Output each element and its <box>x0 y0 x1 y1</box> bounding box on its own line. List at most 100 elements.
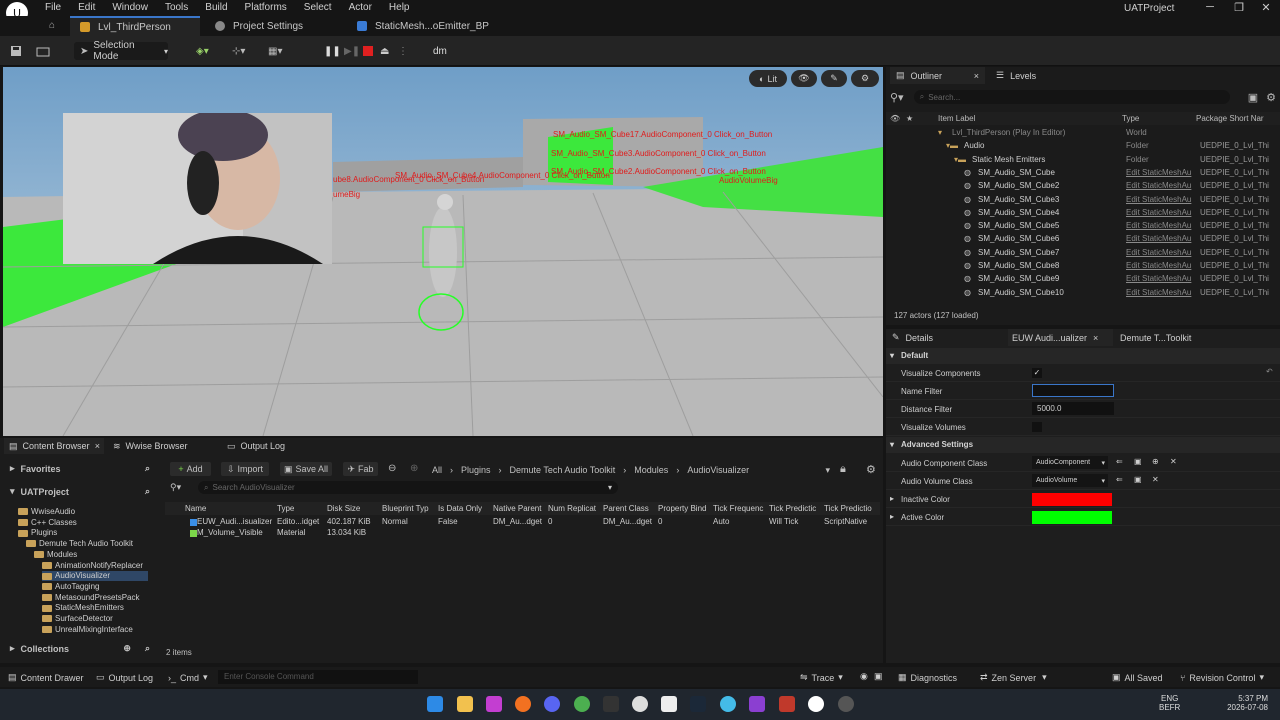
viewport-settings-button[interactable]: ⚙ <box>851 70 879 87</box>
unreal-icon[interactable] <box>808 696 824 712</box>
breadcrumb-plugins[interactable]: Plugins <box>461 465 491 475</box>
menu-help[interactable]: Help <box>389 2 410 13</box>
row-type[interactable]: Edit StaticMeshAu <box>1126 181 1191 190</box>
row-type[interactable]: Edit StaticMeshAu <box>1126 208 1191 217</box>
tab-euw-visualizer[interactable]: EUW Audi...ualizer × <box>1008 329 1113 346</box>
use-selected-icon[interactable]: ⇐ <box>1116 475 1123 484</box>
chevron-right-icon[interactable]: ▸ <box>890 494 894 503</box>
trace-dropdown[interactable]: ⇋ Trace ▾ <box>800 672 843 683</box>
section-advanced[interactable]: ▾ Advanced Settings <box>886 437 1280 453</box>
history-forward-icon[interactable]: ⊕ <box>410 463 418 474</box>
more-options-icon[interactable]: ⋮ <box>398 42 408 60</box>
menu-edit[interactable]: Edit <box>78 2 95 13</box>
folder-item[interactable]: Modules <box>34 550 184 560</box>
folder-item[interactable]: AudioVisualizer <box>42 571 148 582</box>
outliner-row[interactable]: ◍ SM_Audio_SM_Cube8 Edit StaticMeshAu UEDPI… <box>886 261 1280 274</box>
tab-project-settings[interactable]: Project Settings <box>205 16 345 36</box>
app-icon[interactable] <box>661 696 677 712</box>
app-icon[interactable] <box>838 696 854 712</box>
app-icon[interactable] <box>720 696 736 712</box>
tab-lvl-thirdperson[interactable]: Lvl_ThirdPerson <box>70 16 200 36</box>
new-folder-icon[interactable]: ▣ <box>1248 91 1258 104</box>
discord-icon[interactable] <box>544 696 560 712</box>
file-explorer-icon[interactable] <box>457 696 473 712</box>
outliner-row[interactable]: ◍ SM_Audio_SM_Cube6 Edit StaticMeshAu UEDPI… <box>886 234 1280 247</box>
column-header[interactable]: Native Parent <box>493 504 541 513</box>
folder-item[interactable]: MetasoundPresetsPack <box>42 593 192 603</box>
breadcrumb-all[interactable]: All <box>432 465 442 475</box>
tab-output-log[interactable]: ▭ Output Log <box>222 438 302 454</box>
output-log-button[interactable]: ▭ Output Log <box>96 672 153 683</box>
column-header[interactable]: Parent Class <box>603 504 649 513</box>
column-header[interactable]: Tick Predictic <box>769 504 816 513</box>
console-input[interactable]: Enter Console Command <box>218 670 418 684</box>
add-button[interactable]: + Add <box>170 462 211 476</box>
folder-item[interactable]: AutoTagging <box>42 582 192 592</box>
menu-select[interactable]: Select <box>304 2 332 13</box>
all-saved-button[interactable]: ▣ All Saved <box>1112 672 1163 683</box>
row-type[interactable]: Edit StaticMeshAu <box>1126 168 1191 177</box>
inactive-color-swatch[interactable] <box>1032 493 1112 506</box>
visualize-volumes-checkbox[interactable] <box>1032 422 1042 432</box>
name-filter-input[interactable] <box>1032 384 1114 397</box>
close-window-button[interactable]: ✕ <box>1256 1 1276 15</box>
folder-item[interactable]: Demute Tech Audio Toolkit <box>26 539 176 549</box>
tab-content-browser[interactable]: ▤ Content Browser × <box>4 438 104 454</box>
steam-icon[interactable] <box>690 696 706 712</box>
firefox-icon[interactable] <box>515 696 531 712</box>
tab-demute-toolkit[interactable]: Demute T...Toolkit <box>1120 329 1220 346</box>
row-type[interactable]: Edit StaticMeshAu <box>1126 248 1191 257</box>
column-header[interactable]: Type <box>277 504 294 513</box>
history-back-icon[interactable]: ⊖ <box>388 463 396 474</box>
cinematics-icon[interactable]: ▦▾ <box>268 42 282 60</box>
app-icon[interactable] <box>603 696 619 712</box>
active-color-swatch[interactable] <box>1032 511 1112 524</box>
column-header[interactable]: Property Bind <box>658 504 706 513</box>
folder-item[interactable]: AnimationNotifyReplacer <box>42 561 192 571</box>
folder-item[interactable]: StaticMeshEmitters <box>42 603 192 613</box>
step-button[interactable]: ▶❚ <box>344 42 360 60</box>
audio-volume-class-dropdown[interactable]: AudioVolume ▾ <box>1032 474 1108 487</box>
column-header[interactable]: Num Replicat <box>548 504 596 513</box>
menu-build[interactable]: Build <box>205 2 227 13</box>
tab-staticmesh-emitter[interactable]: StaticMesh...oEmitter_BP <box>347 16 507 36</box>
level-viewport[interactable]: ◐ Lit 👁︎ ✎ ⚙ SM_Audio_SM_Cube17.AudioComp… <box>3 67 883 436</box>
asset-row[interactable]: M_Volume_Visible Material 13.034 KiB <box>165 528 880 539</box>
add-collection-icon[interactable]: ⊕ <box>123 643 131 654</box>
close-icon[interactable]: × <box>1093 333 1098 343</box>
breadcrumb-modules[interactable]: Modules <box>634 465 668 475</box>
outliner-row[interactable]: ◍ SM_Audio_SM_Cube Edit StaticMeshAu UEDPIE… <box>886 168 1280 181</box>
distance-filter-input[interactable]: 5000.0 <box>1032 402 1114 415</box>
column-header[interactable]: Disk Size <box>327 504 360 513</box>
folder-item[interactable]: UnrealMixingInterface <box>42 625 192 635</box>
home-icon[interactable]: ⌂ <box>49 20 59 31</box>
menu-file[interactable]: File <box>45 2 61 13</box>
column-header[interactable]: Tick Frequenc <box>713 504 763 513</box>
asset-row[interactable]: EUW_Audi...isualizer Edito...idget 402.187… <box>165 517 880 528</box>
column-header[interactable]: Name <box>185 504 206 513</box>
chevron-right-icon[interactable]: ▸ <box>890 512 894 521</box>
screenshot-icon[interactable]: ▣ <box>874 671 883 682</box>
row-type[interactable]: Edit StaticMeshAu <box>1126 195 1191 204</box>
outliner-row[interactable]: ▾▬ Audio Folder UEDPIE_0_Lvl_Thi <box>886 141 1280 154</box>
save-all-button[interactable]: ▣ Save All <box>280 462 332 476</box>
import-button[interactable]: ⇩ Import <box>221 462 269 476</box>
row-type[interactable]: Edit StaticMeshAu <box>1126 288 1191 297</box>
menu-platforms[interactable]: Platforms <box>245 2 287 13</box>
diagnostics-button[interactable]: ▦ Diagnostics <box>898 672 957 683</box>
close-icon[interactable]: × <box>95 441 100 451</box>
stop-button[interactable] <box>362 42 374 60</box>
folder-item[interactable]: Plugins <box>18 528 168 538</box>
search-icon[interactable]: ⌕ <box>145 463 150 474</box>
outliner-row[interactable]: ▾▬ Static Mesh Emitters Folder UEDPIE_0_Lvl… <box>886 155 1280 168</box>
minimize-button[interactable]: ─ <box>1200 1 1220 15</box>
search-icon[interactable]: ⌕ <box>145 486 150 497</box>
settings-icon[interactable]: ⚙ <box>1266 91 1276 104</box>
content-search-input[interactable]: ⌕ Search AudioVisualizer ▾ <box>198 481 618 494</box>
start-icon[interactable] <box>427 696 443 712</box>
browse-icon[interactable] <box>36 42 50 60</box>
content-drawer-button[interactable]: ▤ Content Drawer <box>8 672 84 683</box>
language-indicator[interactable]: ENG BEFR <box>1159 694 1180 712</box>
column-header[interactable]: Blueprint Typ <box>382 504 429 513</box>
use-selected-icon[interactable]: ⇐ <box>1116 457 1123 466</box>
